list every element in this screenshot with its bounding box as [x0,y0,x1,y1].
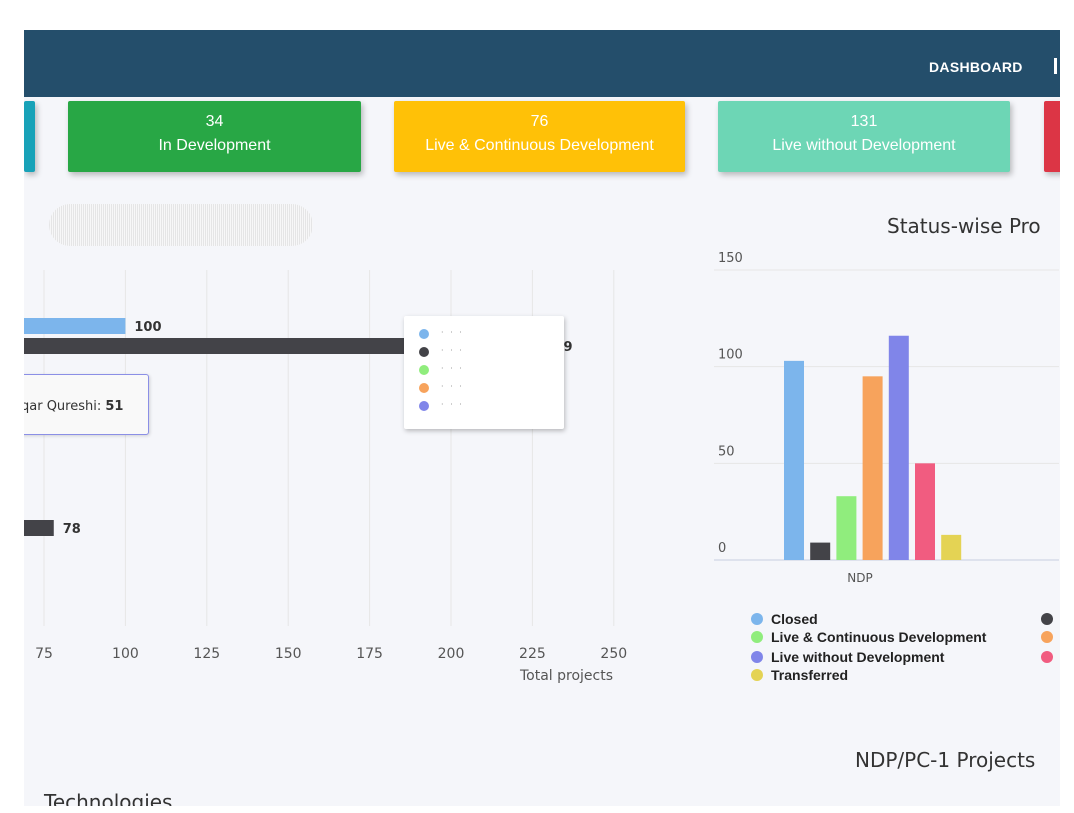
y-tick-label: 50 [718,444,735,459]
card-label: Live & Continuous Development [425,137,654,154]
y-tick-label: 100 [718,348,743,363]
legend-label: Transferred [771,667,849,683]
card-label: In Development [158,137,271,154]
top-navbar: DASHBOARD [24,30,1060,97]
left-chart-x-axis-label: Total projects [519,668,613,684]
legend-label-redacted: · · · [441,364,464,373]
legend-dot [419,383,429,393]
x-tick-label: 175 [356,646,383,662]
dashboard-viewport: DASHBOARD 34 In Development 76 Live & Co… [24,30,1060,806]
status-card-partial-right[interactable] [1044,101,1060,172]
bar [862,376,883,560]
x-tick-label: 250 [600,646,627,662]
bar [810,542,831,560]
bar [24,520,54,536]
card-count: 76 [530,113,549,130]
legend-dot [751,613,763,625]
tooltip-text: qar Qureshi: 51 [24,399,123,414]
bar [836,496,857,560]
card-count: 34 [205,113,224,130]
legend-dot [419,347,429,357]
legend-label-redacted: · · · [441,400,464,409]
status-card-live-continuous[interactable]: 76 Live & Continuous Development [394,101,685,172]
left-chart-ticks: 75 100 125 150 175 200 225 250 [35,646,627,662]
left-chart-legend-popup: · · · · · · · · · · · · · · · [404,316,564,429]
legend-dot [419,365,429,375]
legend-label-redacted: · · · [441,328,464,337]
x-tick-label: 125 [193,646,220,662]
status-wise-bar-chart: 0 50 100 150 NDP [714,251,1059,585]
legend-dot [1041,651,1053,663]
status-card-in-development[interactable]: 34 In Development [68,101,361,172]
card-label: Live without Development [772,137,956,154]
legend-label: Closed [771,611,818,627]
legend-label-redacted: · · · [441,382,464,391]
tooltip-name: qar Qureshi [24,399,97,414]
tooltip-value: 51 [105,399,124,414]
nav-next-link-fragment[interactable] [1054,58,1057,74]
legend-dot [751,631,763,643]
bar [784,360,804,560]
bar [915,463,935,560]
card-count: 131 [850,113,878,130]
x-tick-label: 100 [112,646,139,662]
legend-dot [751,669,763,681]
x-tick-label: 200 [438,646,465,662]
redacted-chart-title [49,204,313,246]
right-chart-category-label: NDP [847,571,872,585]
legend-dot [419,329,429,339]
right-chart-gridlines: 0 50 100 150 [714,251,1059,561]
bar [941,534,962,560]
x-tick-label: 225 [519,646,546,662]
legend-dot [419,401,429,411]
legend-label: Live without Development [771,649,945,665]
legend-label-redacted: · · · [441,346,464,355]
status-card-partial-left[interactable] [24,101,35,172]
legend-dot [1041,613,1053,625]
legend-label: Live & Continuous Development [771,629,987,645]
right-chart-bars [784,335,962,560]
legend-dot [1041,631,1053,643]
bar-tooltip: qar Qureshi: 51 [24,374,149,435]
bar-data-label: 100 [134,320,161,335]
ndp-pc1-chart-title: NDP/PC-1 Projects [855,748,1036,772]
bar-data-label: 78 [63,522,81,537]
status-wise-chart-title: Status-wise Pro [887,214,1041,238]
x-tick-label: 150 [275,646,302,662]
legend-dot [751,651,763,663]
nav-dashboard-link[interactable]: DASHBOARD [929,59,1023,75]
bar [888,335,909,560]
y-tick-label: 150 [718,251,743,266]
bar [24,318,126,334]
x-tick-label: 75 [35,646,53,662]
status-card-live-without-development[interactable]: 131 Live without Development [718,101,1010,172]
technologies-section-title: Technologies [44,790,173,806]
y-tick-label: 0 [718,541,726,556]
